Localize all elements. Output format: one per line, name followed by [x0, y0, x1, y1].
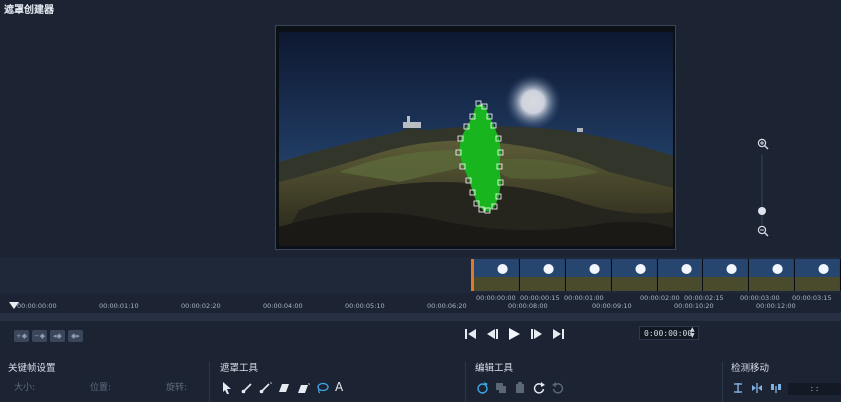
brush-tool-icon[interactable] — [240, 381, 254, 395]
position-label: 位置: — [90, 383, 112, 393]
smart-brush-tool-icon[interactable] — [258, 381, 272, 395]
redo-icon[interactable] — [551, 381, 565, 395]
next-frame-button[interactable] — [528, 326, 544, 342]
zoom-in-icon[interactable] — [757, 138, 769, 150]
invert-mask-icon[interactable] — [475, 381, 489, 395]
timeline-track[interactable] — [0, 313, 841, 321]
clip-time-label: 00:00:12:00 — [756, 302, 796, 310]
clip-time-label: 00:00:09:10 — [592, 302, 632, 310]
add-keyframe-button[interactable]: +◆ — [14, 330, 29, 342]
remove-keyframe-button[interactable]: −◆ — [32, 330, 47, 342]
clip-time-label: 00:00:03:00 — [740, 294, 780, 302]
clip-time-label: 00:00:02:00 — [640, 294, 680, 302]
clip-thumbnail — [657, 259, 704, 291]
panel-divider — [209, 362, 210, 402]
clip-thumbnail — [749, 259, 796, 291]
edit-tools-title: 编辑工具 — [475, 363, 514, 374]
track-frame-icon[interactable] — [750, 381, 764, 395]
clip-time-label: 00:00:01:00 — [564, 294, 604, 302]
clip-thumbnail — [565, 259, 612, 291]
clip-thumbnail — [703, 259, 750, 291]
panel-divider — [465, 362, 466, 402]
clip-time-label: 00:00:08:00 — [508, 302, 548, 310]
zoom-slider-thumb[interactable] — [758, 207, 766, 215]
smart-eraser-tool-icon[interactable] — [296, 381, 310, 395]
lasso-tool-icon[interactable] — [315, 381, 329, 395]
prev-frame-button[interactable] — [484, 326, 500, 342]
app-title: 遮罩创建器 — [4, 5, 54, 16]
track-forward-icon[interactable] — [731, 381, 745, 395]
timecode-value: 0:00:00:00 — [644, 328, 693, 338]
preview-image — [279, 32, 673, 246]
undo-icon[interactable] — [532, 381, 546, 395]
panel-divider — [722, 362, 723, 402]
ruler-label: 00:00:02:20 — [181, 302, 221, 310]
preview-video[interactable] — [279, 32, 673, 246]
clip-time-label: 00:00:03:15 — [792, 294, 832, 302]
text-tool-icon[interactable]: A — [335, 380, 343, 394]
copy-mask-icon[interactable] — [494, 381, 508, 395]
next-keyframe-button[interactable]: ◆▸ — [68, 330, 83, 342]
ruler-label: 00:00:04:00 — [263, 302, 303, 310]
ruler-label: 00:00:00:00 — [17, 302, 57, 310]
pointer-tool-icon[interactable] — [220, 381, 234, 395]
keyframe-settings-title: 关键帧设置 — [8, 363, 56, 374]
clip-thumbnail-strip[interactable] — [471, 259, 841, 291]
clip-thumbnail — [474, 259, 520, 291]
ruler-label: 00:00:06:20 — [427, 302, 467, 310]
prev-keyframe-button[interactable]: ◂◆ — [50, 330, 65, 342]
paste-mask-icon[interactable] — [513, 381, 527, 395]
play-button[interactable] — [506, 326, 522, 342]
ruler-label: 00:00:01:10 — [99, 302, 139, 310]
go-to-start-button[interactable] — [462, 326, 478, 342]
mask-tools-title: 遮罩工具 — [220, 363, 259, 374]
eraser-tool-icon[interactable] — [277, 381, 291, 395]
motion-tracking-title: 检测移动 — [731, 363, 770, 374]
clip-thumbnail — [795, 259, 841, 291]
ruler-label: 00:00:05:10 — [345, 302, 385, 310]
motion-field[interactable]: : : — [788, 383, 841, 395]
clip-thumbnail — [611, 259, 658, 291]
size-label: 大小: — [14, 383, 36, 393]
timecode-spinner[interactable]: ▲ ▼ — [690, 327, 695, 339]
clip-time-label: 00:00:02:15 — [684, 294, 724, 302]
clip-time-label: 00:00:00:15 — [520, 294, 560, 302]
rotation-label: 旋转: — [166, 383, 188, 393]
clip-thumbnail — [519, 259, 566, 291]
clip-time-label: 00:00:10:20 — [674, 302, 714, 310]
clip-time-label: 00:00:00:00 — [476, 294, 516, 302]
go-to-end-button[interactable] — [550, 326, 566, 342]
track-auto-icon[interactable] — [769, 381, 783, 395]
zoom-out-icon[interactable] — [757, 225, 769, 237]
